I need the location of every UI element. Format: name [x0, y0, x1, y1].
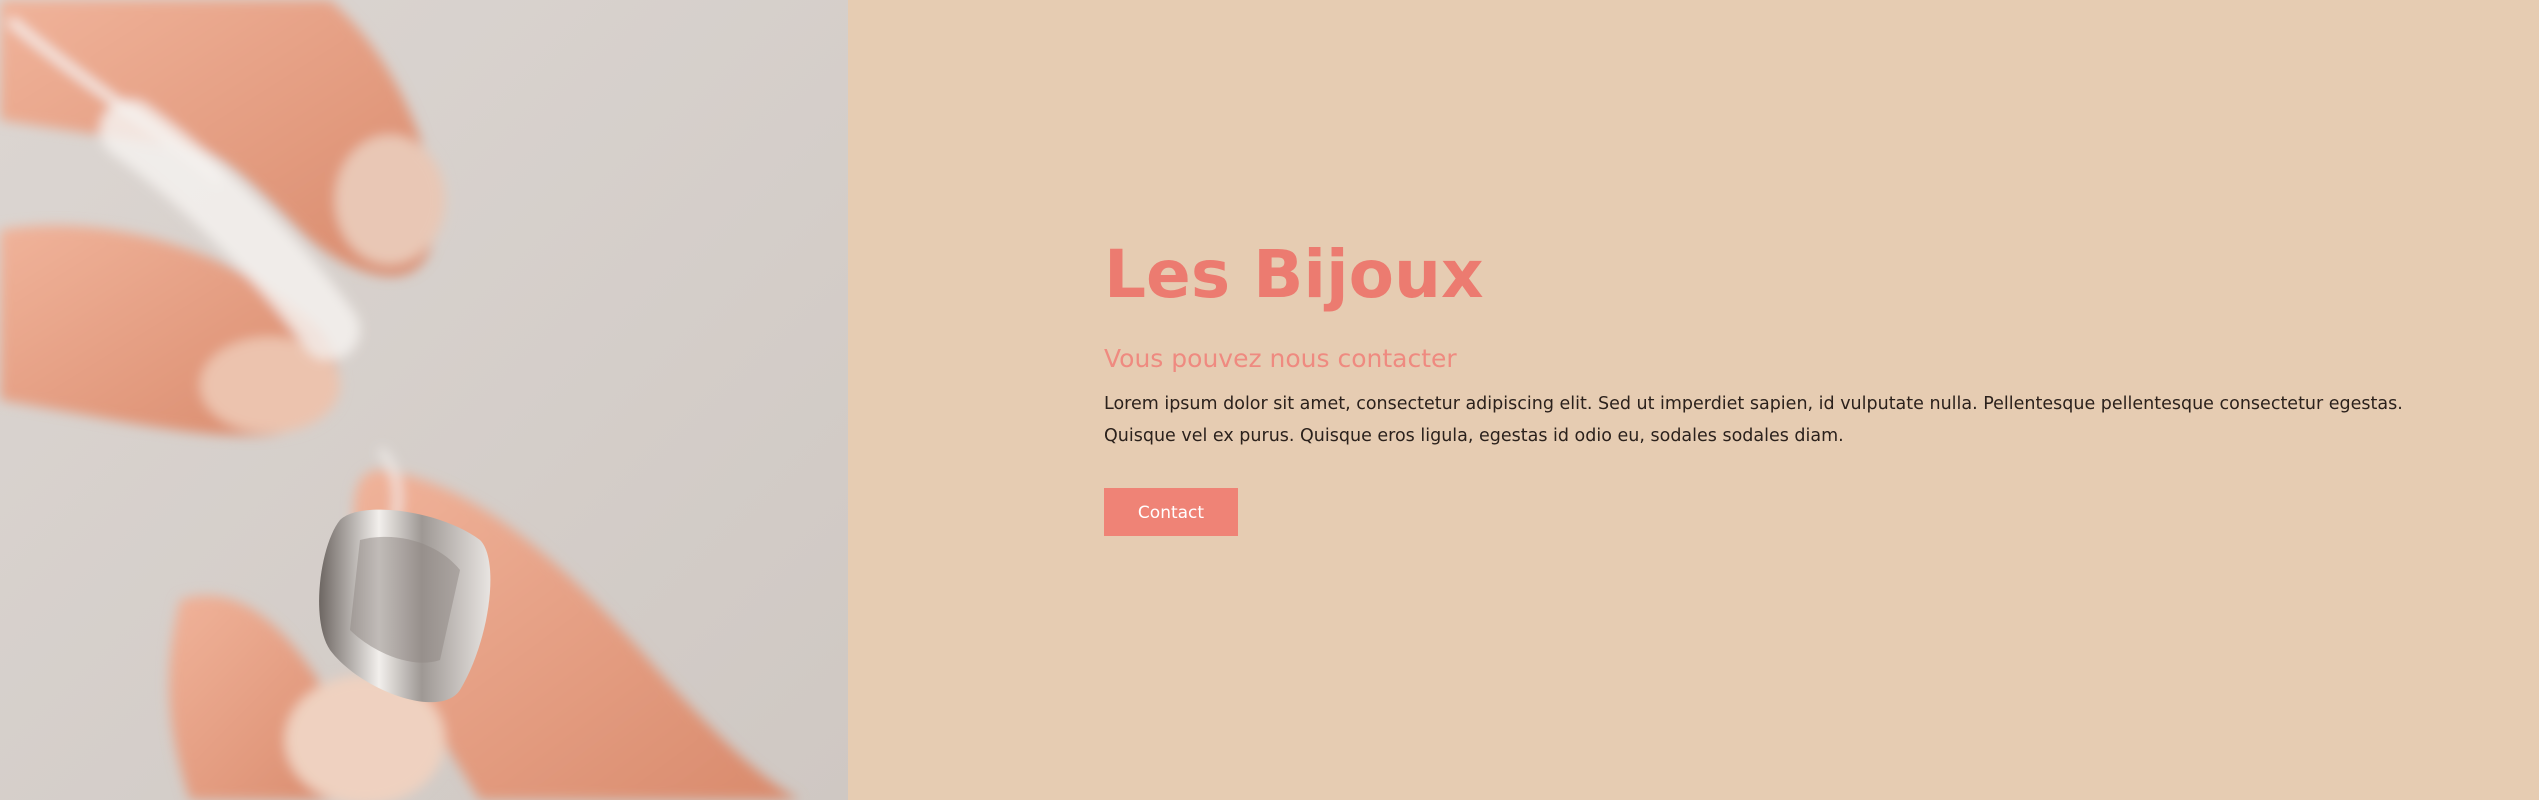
hero-content: Les Bijoux Vous pouvez nous contacter Lo…: [848, 0, 2539, 800]
contact-button[interactable]: Contact: [1104, 488, 1238, 536]
hero-text-block: Les Bijoux Vous pouvez nous contacter Lo…: [1104, 232, 2504, 536]
page-subtitle: Vous pouvez nous contacter: [1104, 344, 1457, 373]
jewelry-photo: [0, 0, 848, 800]
page-title: Les Bijoux: [1104, 236, 1484, 313]
description-text: Lorem ipsum dolor sit amet, consectetur …: [1104, 394, 2403, 446]
hero-section: Les Bijoux Vous pouvez nous contacter Lo…: [0, 0, 2539, 800]
